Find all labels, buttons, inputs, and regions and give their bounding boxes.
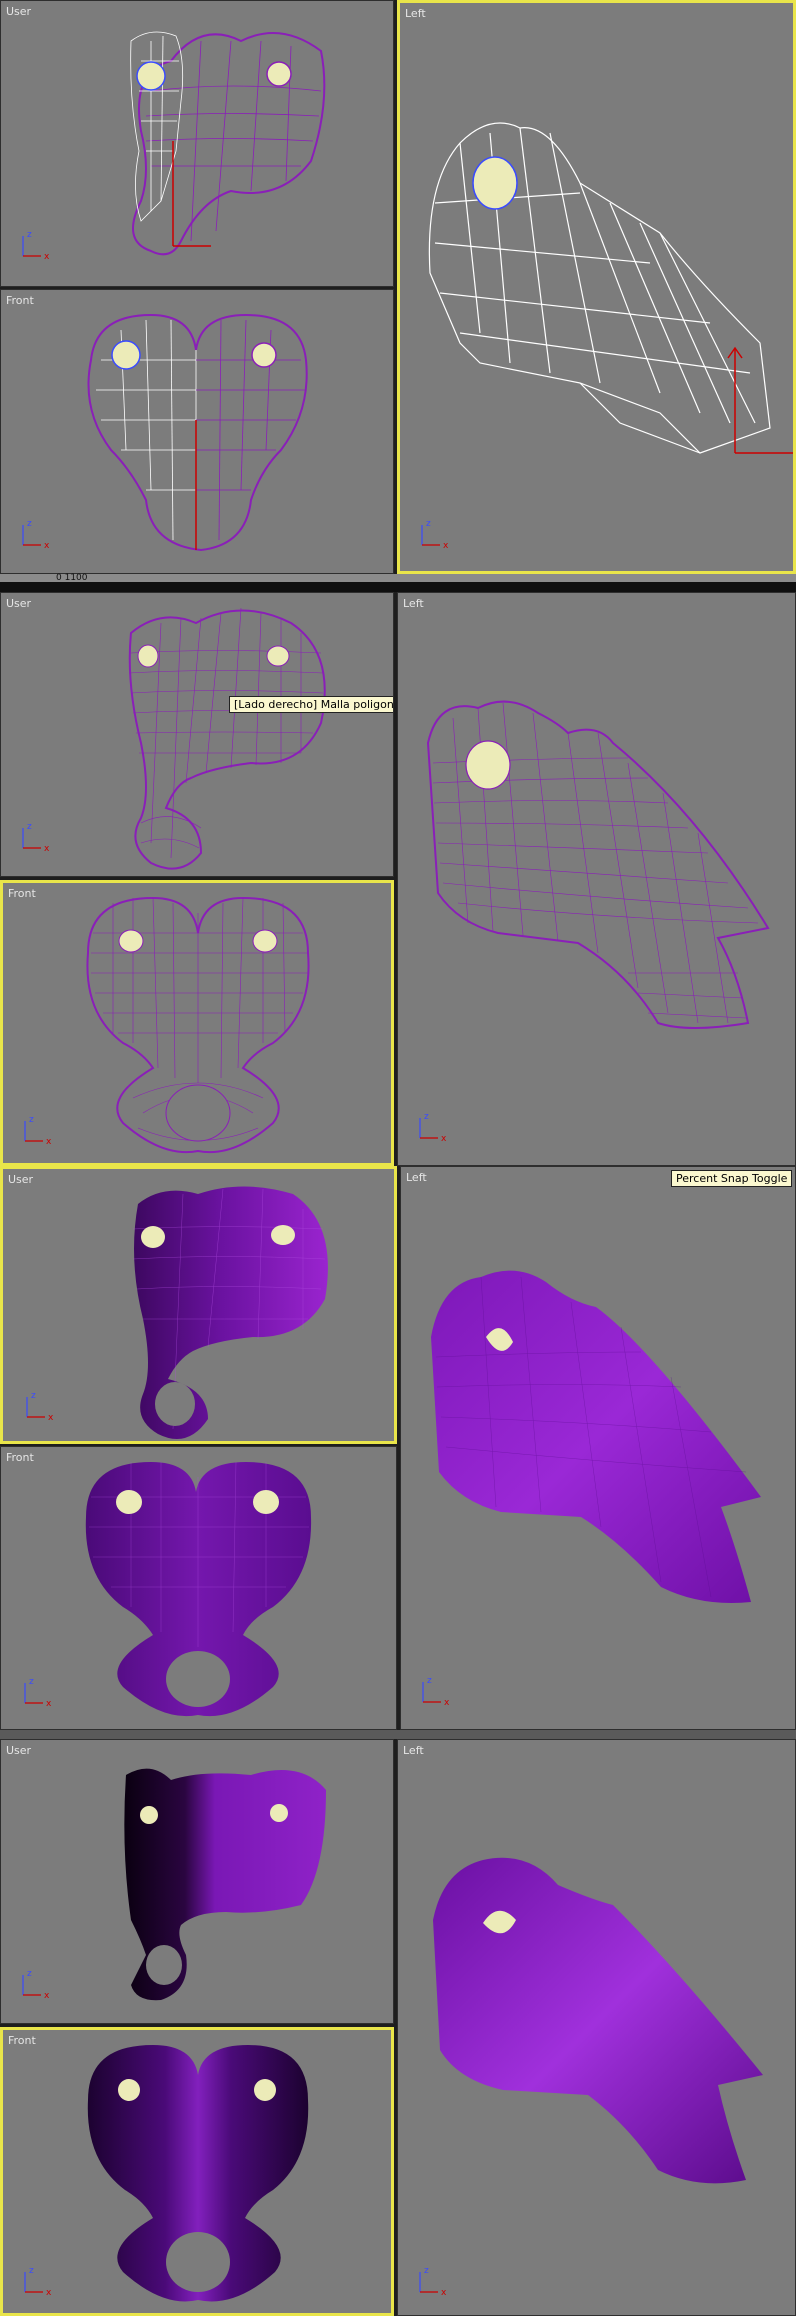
svg-text:x: x — [46, 1137, 52, 1147]
viewport-front[interactable]: Front z x — [0, 289, 394, 574]
axis-tripod-icon: z x — [22, 230, 50, 262]
axis-tripod-icon: z x — [22, 822, 50, 854]
svg-text:z: z — [424, 2266, 429, 2276]
svg-text:x: x — [443, 541, 449, 551]
axis-tripod-icon: z x — [22, 1969, 50, 2001]
viewport-user[interactable]: User z x — [0, 1739, 394, 2024]
section-shaded-wire: User z x Front z x Left z x Percent Snap… — [0, 1166, 796, 1730]
mesh-wireframe-left: z x — [421, 122, 793, 551]
svg-text:x: x — [441, 2288, 447, 2298]
svg-text:x: x — [46, 1699, 52, 1709]
percent-snap-toggle-tooltip: Percent Snap Toggle — [671, 1170, 793, 1187]
svg-text:x: x — [48, 1413, 54, 1423]
svg-text:z: z — [27, 822, 32, 832]
mesh-shaded-user: z x — [26, 1186, 328, 1439]
svg-text:z: z — [27, 519, 32, 529]
section-divider — [0, 582, 796, 592]
mesh-wireframe-front: z x — [22, 313, 308, 552]
svg-text:x: x — [44, 844, 50, 854]
svg-text:x: x — [44, 1991, 50, 2001]
viewport-front[interactable]: Front z x — [0, 1446, 397, 1730]
axis-tripod-icon: z x — [419, 2266, 447, 2298]
svg-text:z: z — [31, 1391, 36, 1401]
svg-text:x: x — [44, 252, 50, 262]
axis-tripod-icon: z x — [421, 519, 449, 551]
svg-text:x: x — [441, 1134, 447, 1144]
svg-text:x: x — [444, 1698, 450, 1708]
axis-tripod-icon: z x — [24, 1677, 52, 1709]
mesh-dense-user: z x — [22, 607, 326, 870]
axis-tripod-icon: z x — [26, 1391, 54, 1423]
section-divider — [0, 1730, 796, 1739]
svg-text:z: z — [29, 2266, 34, 2276]
mesh-smooth-left: z x — [419, 1857, 763, 2298]
viewport-left[interactable]: Left z x — [397, 0, 796, 574]
timeline-ruler[interactable]: 0 1100 — [0, 573, 796, 583]
viewport-front[interactable]: Front z x — [0, 880, 394, 1166]
svg-text:z: z — [426, 519, 431, 529]
axis-tripod-icon: z x — [24, 2266, 52, 2298]
axis-tripod-icon: z x — [22, 519, 50, 551]
svg-text:z: z — [29, 1115, 34, 1125]
viewport-left[interactable]: Left z x — [397, 1739, 796, 2316]
svg-text:z: z — [27, 1969, 32, 1979]
axis-tripod-icon: z x — [422, 1676, 450, 1708]
svg-text:z: z — [427, 1676, 432, 1686]
object-name-tooltip: [Lado derecho] Malla poligonal01 — [229, 696, 393, 713]
mesh-wireframe-user: z x — [22, 31, 326, 262]
mesh-shaded-front: z x — [24, 1461, 312, 1717]
viewport-left[interactable]: Left z x — [397, 592, 796, 1166]
section-smooth-shaded: User z x Front z x Left z x — [0, 1739, 796, 2316]
transform-gizmo-icon — [172, 141, 211, 247]
viewport-front[interactable]: Front z x — [0, 2027, 394, 2316]
mesh-dense-front: z x — [24, 896, 310, 1154]
svg-text:z: z — [424, 1112, 429, 1122]
svg-text:x: x — [44, 541, 50, 551]
section-wireframe-edit: User z x Front z x Left z x 0 1100 — [0, 0, 796, 583]
axis-tripod-icon: z x — [24, 1115, 52, 1147]
mesh-shaded-left: z x — [422, 1270, 761, 1708]
viewport-user[interactable]: User z x — [0, 0, 394, 287]
viewport-left[interactable]: Left z x Percent Snap Toggle — [400, 1166, 796, 1730]
mesh-smooth-user: z x — [22, 1768, 326, 2001]
viewport-user[interactable]: User z x — [0, 1166, 397, 1444]
svg-text:z: z — [29, 1677, 34, 1687]
transform-gizmo-icon — [727, 346, 793, 454]
section-wireframe-smooth: User z x [Lado derecho] Malla poligonal0… — [0, 592, 796, 1166]
svg-text:z: z — [27, 230, 32, 240]
mesh-smooth-front: z x — [24, 2045, 309, 2302]
svg-text:x: x — [46, 2288, 52, 2298]
mesh-dense-left: z x — [419, 700, 770, 1144]
axis-tripod-icon: z x — [419, 1112, 447, 1144]
viewport-user[interactable]: User z x [Lado derecho] Malla poligonal0… — [0, 592, 394, 877]
